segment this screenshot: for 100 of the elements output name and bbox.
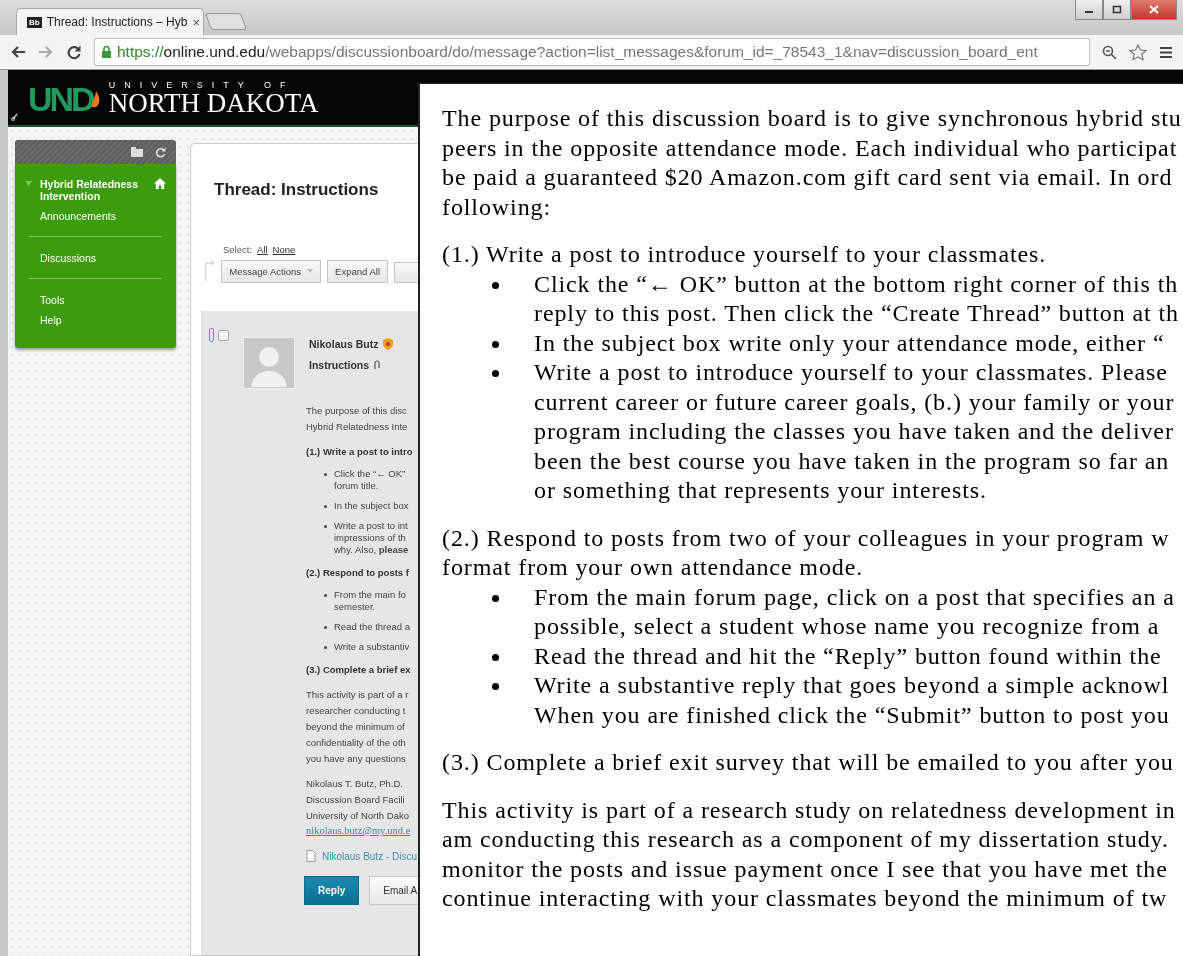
caret-icon <box>307 269 314 274</box>
menu-link[interactable]: Help <box>25 314 166 326</box>
bullet-icon <box>492 370 499 377</box>
document-text-line: The purpose of this discussion board is to give synchronous hybrid stu <box>442 104 1183 133</box>
minimize-button[interactable] <box>1075 0 1103 20</box>
bullet-icon <box>324 505 327 508</box>
document-text-line: In the subject box write only your attendance mode, either “ <box>534 328 1165 358</box>
select-link[interactable]: All <box>257 244 268 255</box>
bullet-icon <box>492 281 499 289</box>
selection-marker <box>209 328 214 342</box>
logo-name: NORTH DAKOTA <box>108 89 319 116</box>
corner-arrow-icon <box>205 257 216 283</box>
maximize-button[interactable] <box>1103 0 1131 20</box>
tab-title: Thread: Instructions – Hyb <box>46 15 188 29</box>
toolbar-button[interactable]: Message Actions <box>221 260 322 283</box>
email-button[interactable]: Email A <box>369 876 420 905</box>
post-text-line: Read the thread a <box>334 621 411 633</box>
document-text-line: monitor the posts and issue payment once I see that you have met the <box>442 854 1169 884</box>
toolbar-button[interactable] <box>394 262 420 283</box>
close-icon <box>1149 5 1159 14</box>
bullet-icon <box>324 626 327 629</box>
toolbar-button[interactable]: Expand All <box>327 260 388 283</box>
menu-link[interactable]: Tools <box>25 294 166 306</box>
home-icon[interactable] <box>154 178 166 189</box>
bullet-icon <box>492 653 499 661</box>
post-checkbox[interactable] <box>218 330 229 341</box>
document-text-line: Write a post to introduce yourself to your classmates. Please <box>534 358 1169 387</box>
post-text-line: confidentiality of the oth <box>306 736 407 750</box>
document-text-line: been the best course you have taken in the program so far an <box>534 446 1171 476</box>
post-subject: Instructions <box>309 359 370 371</box>
reload-icon[interactable] <box>66 44 82 60</box>
bullet-icon <box>492 340 499 348</box>
bullet-icon <box>324 525 327 528</box>
document-text-line: program including the classes you have taken and the deliver <box>534 417 1175 446</box>
post-text-line: From the main fo <box>334 589 406 601</box>
document-text-line: peers in the opposite attendance mode. Each individual who participat <box>442 133 1179 163</box>
address-field[interactable]: https://online.und.edu/webapps/discussionboard/do/message?action=list_messages&forum_id=_78543_1&nav=discussion_board_ent <box>94 38 1090 66</box>
select-label: Select: <box>223 244 253 255</box>
attachment-icon <box>373 360 382 370</box>
document-text-line: following: <box>442 192 552 222</box>
document-text-line: This activity is part of a research study on relatedness development in <box>442 795 1177 825</box>
tab-close-button[interactable]: × <box>192 14 200 30</box>
file-icon <box>306 850 316 862</box>
post-text-line: In the subject box <box>334 500 409 512</box>
post-text-line: forum title. <box>334 480 380 492</box>
document-text-line: possible, select a student whose name you recognize from a <box>534 612 1161 641</box>
post-text-line: beyond the minimum of <box>306 720 406 734</box>
document-text-line: current career or future career goals, (b.) your family or your <box>534 387 1175 417</box>
document-text-line: be paid a guaranteed $20 Amazon.com gift card sent via email. In ord <box>442 163 1174 192</box>
document-text-line: (1.) Write a post to introduce yourself to your classmates. <box>442 240 1048 269</box>
post-text-line: Nikolaus T. Butz, Ph.D. <box>306 777 404 791</box>
post-text-line: researcher conducting t <box>306 704 407 718</box>
post-text-line: semester. <box>334 601 377 613</box>
author-name[interactable]: Nikolaus Butz <box>309 338 379 350</box>
bullet-icon <box>492 594 499 602</box>
document-text-line: Read the thread and hit the “Reply” button found within the <box>534 641 1162 671</box>
menu-link[interactable]: Discussions <box>25 252 166 264</box>
post-text-line: University of North Dako <box>306 809 410 823</box>
reply-button[interactable]: Reply <box>304 876 360 905</box>
badge-icon <box>382 338 395 350</box>
post-text-line: This activity is part of a r <box>306 688 410 702</box>
post-text-line: Write a post to int <box>334 520 409 532</box>
document-text-line: format from your own attendance mode. <box>442 553 865 582</box>
lock-icon <box>101 45 112 59</box>
post-text-line: (3.) Complete a brief ex <box>306 663 412 677</box>
menu-link[interactable]: Announcements <box>25 210 166 222</box>
document-text-line: (2.) Respond to posts from two of your colleagues in your program w <box>442 523 1171 553</box>
avatar-icon <box>243 337 295 389</box>
favicon: Bb <box>27 16 42 28</box>
bullet-icon <box>324 473 327 476</box>
zoom-icon[interactable] <box>1102 44 1117 60</box>
thread-title: Thread: Instructions <box>214 180 380 200</box>
star-icon[interactable] <box>1129 43 1147 61</box>
post-text-line: Hybrid Relatedness Inte <box>306 420 409 434</box>
course-title[interactable]: Hybrid Relatedness Intervention <box>37 178 149 202</box>
document-text-line: From the main forum page, click on a post that specifies an a <box>534 582 1175 612</box>
document-text-line: continue interacting with your classmates beyond the minimum of tw <box>442 884 1169 913</box>
menu-icon[interactable] <box>1159 45 1173 59</box>
post-text-line: (2.) Respond to posts f <box>306 566 410 580</box>
post-text-line: you have any questions <box>306 752 407 766</box>
document-text-line: Write a substantive reply that goes beyond a simple acknowl <box>534 671 1170 700</box>
document-text-line: am conducting this research as a component of my dissertation study. <box>442 825 1170 854</box>
post-text-line: impressions of th <box>334 532 407 544</box>
bullet-icon <box>324 646 327 649</box>
logo-caption: UNIVERSITY OF <box>108 79 296 90</box>
post-text-line: Click the “← OK” <box>334 468 406 480</box>
folder-icon[interactable] <box>131 147 143 157</box>
post-text-line: (1.) Write a post to intro <box>306 445 414 459</box>
close-button[interactable] <box>1131 0 1177 20</box>
document-text-line: reply to this post. Then click the “Create Thread” button at th <box>534 299 1179 328</box>
bullet-icon <box>324 594 327 597</box>
browser-tab[interactable]: Bb Thread: Instructions – Hyb × <box>16 8 204 35</box>
document-text-line: (3.) Complete a brief exit survey that will be emailed to you after you <box>442 748 1175 777</box>
refresh-icon[interactable] <box>155 146 166 158</box>
back-icon[interactable] <box>10 45 26 59</box>
post-text-line: Discussion Board Facili <box>306 793 406 807</box>
document-text-line: Click the “← OK” button at the bottom right corner of this th <box>534 269 1179 299</box>
select-link[interactable]: None <box>272 244 296 255</box>
post-text-line: The purpose of this disc <box>306 404 408 418</box>
bullet-icon <box>492 683 499 690</box>
